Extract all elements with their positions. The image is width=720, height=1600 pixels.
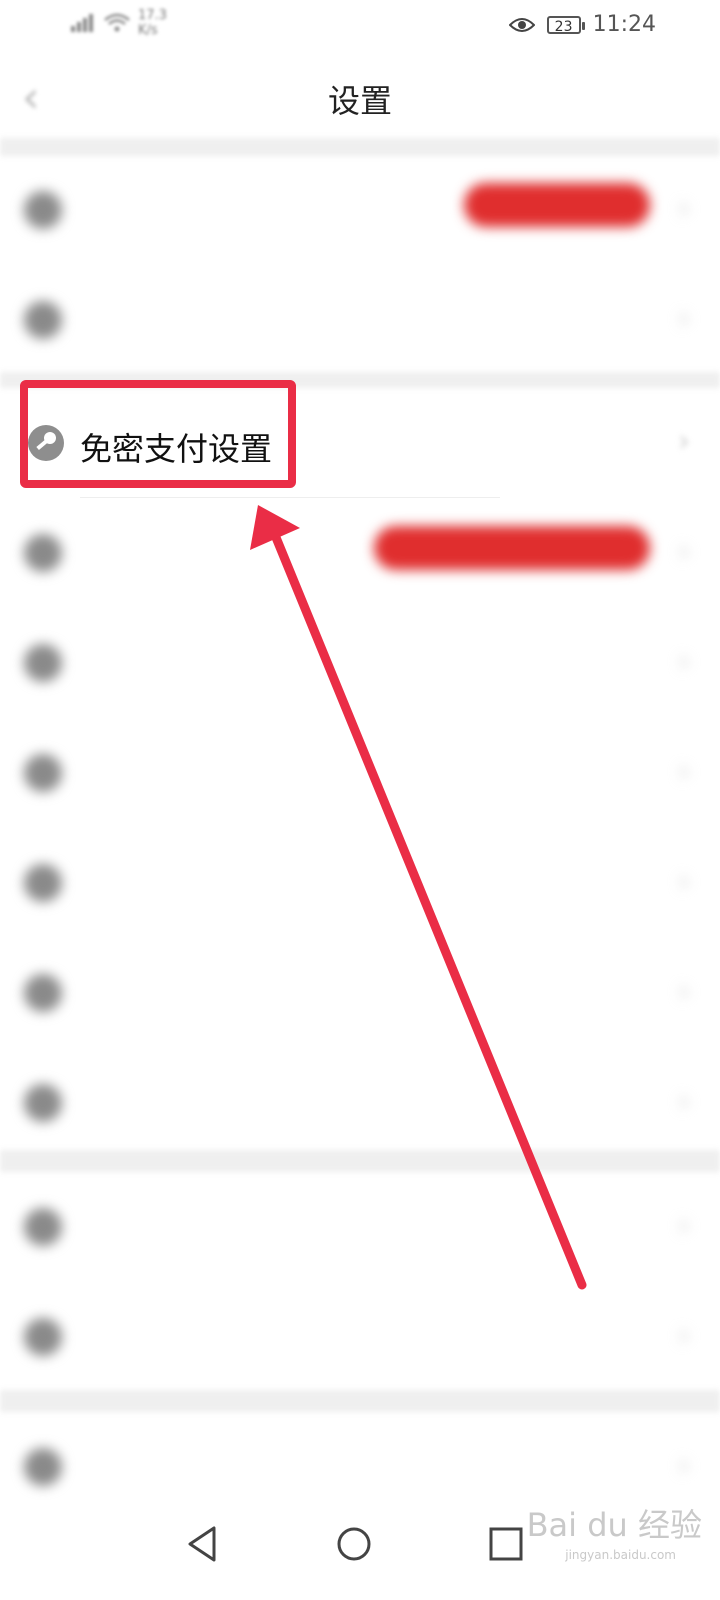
- row-icon: [24, 534, 62, 572]
- settings-row[interactable]: ›: [0, 155, 720, 265]
- section-separator: [0, 138, 720, 156]
- signal-icon: [71, 14, 93, 32]
- row-icon: [24, 301, 62, 339]
- network-indicators: 17.3 K/s: [70, 8, 167, 38]
- settings-row[interactable]: ›: [0, 938, 720, 1048]
- watermark-logo: Bai du 经验: [526, 1506, 702, 1544]
- row-icon: [24, 1208, 62, 1246]
- chevron-right-icon: ›: [678, 1208, 690, 1243]
- chevron-right-icon: ›: [678, 534, 690, 569]
- chevron-right-icon: ›: [678, 754, 690, 789]
- chevron-right-icon: ›: [678, 191, 690, 226]
- header: ‹ 设置: [0, 52, 720, 138]
- row-icon: [24, 191, 62, 229]
- highlight-box: [20, 380, 296, 488]
- eye-icon: [508, 17, 535, 32]
- status-badge: [374, 526, 650, 570]
- chevron-right-icon: ›: [678, 1084, 690, 1119]
- settings-row[interactable]: ›: [0, 718, 720, 828]
- speed-unit: K/s: [138, 23, 158, 38]
- speed-value: 17.3: [138, 8, 167, 23]
- page-title: 设置: [327, 82, 392, 120]
- battery-icon: 23: [546, 15, 585, 35]
- row-icon: [24, 1448, 62, 1486]
- status-badge: [464, 183, 650, 227]
- settings-row[interactable]: ›: [0, 1282, 720, 1392]
- settings-row[interactable]: ›: [0, 828, 720, 938]
- status-right: 23 11:24: [508, 12, 656, 37]
- row-icon: [24, 974, 62, 1012]
- chevron-right-icon: ›: [678, 1318, 690, 1353]
- status-bar: 17.3 K/s 23 11:24: [0, 0, 720, 52]
- nav-recent-icon[interactable]: [484, 1522, 528, 1566]
- wifi-icon: [104, 13, 130, 32]
- watermark-url: jingyan.baidu.com: [565, 1548, 676, 1562]
- clock: 11:24: [592, 12, 656, 37]
- chevron-right-icon: ›: [678, 301, 690, 336]
- row-icon: [24, 1318, 62, 1356]
- row-icon: [24, 1084, 62, 1122]
- section-separator: [0, 1390, 720, 1412]
- chevron-right-icon: ›: [678, 974, 690, 1009]
- settings-row[interactable]: ›: [0, 265, 720, 375]
- chevron-right-icon: ›: [678, 864, 690, 899]
- row-icon: [24, 644, 62, 682]
- network-speed: 17.3 K/s: [138, 8, 167, 38]
- settings-row[interactable]: ›: [0, 1048, 720, 1158]
- chevron-right-icon: ›: [678, 1448, 690, 1483]
- settings-row[interactable]: ›: [0, 498, 720, 608]
- row-icon: [24, 754, 62, 792]
- settings-row[interactable]: ›: [0, 1172, 720, 1282]
- nav-back-icon[interactable]: [182, 1522, 226, 1566]
- nav-home-icon[interactable]: [332, 1522, 376, 1566]
- row-icon: [24, 864, 62, 902]
- settings-row[interactable]: ›: [0, 608, 720, 718]
- chevron-right-icon: ›: [678, 424, 690, 459]
- chevron-right-icon: ›: [678, 644, 690, 679]
